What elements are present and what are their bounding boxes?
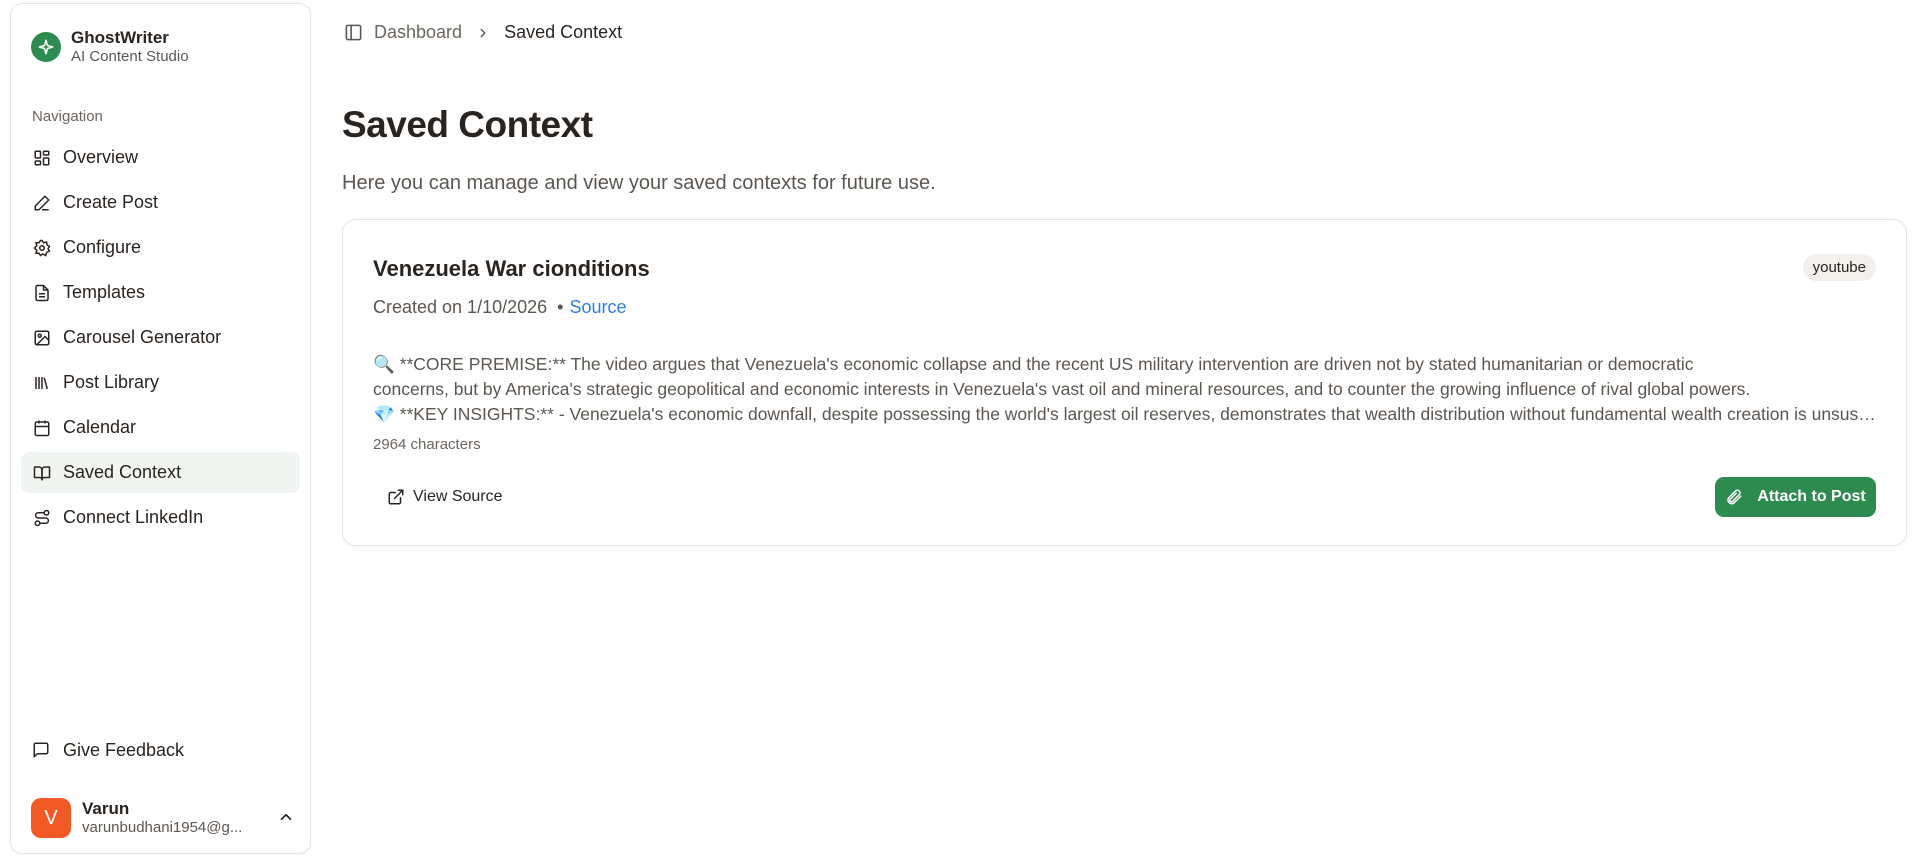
breadcrumb: Dashboard Saved Context	[344, 22, 622, 43]
sidebar-item-label: Create Post	[63, 192, 159, 212]
breadcrumb-dashboard[interactable]: Dashboard	[374, 22, 462, 43]
give-feedback-label: Give Feedback	[63, 740, 185, 760]
context-summary: 🔍 **CORE PREMISE:** The video argues tha…	[373, 352, 1878, 427]
paperclip-icon	[1725, 488, 1743, 506]
sidebar-item-label: Connect LinkedIn	[63, 507, 204, 527]
summary-line: 🔍 **CORE PREMISE:** The video argues tha…	[373, 354, 1694, 374]
brand-subtitle: AI Content Studio	[71, 48, 189, 65]
give-feedback-button[interactable]: Give Feedback	[32, 740, 184, 761]
breadcrumb-current: Saved Context	[504, 22, 623, 42]
sidebar-item-configure[interactable]: Configure	[21, 227, 300, 268]
external-link-icon	[387, 488, 405, 506]
chevron-right-icon	[476, 26, 490, 40]
sidebar-item-connect-linkedin[interactable]: Connect LinkedIn	[21, 497, 300, 538]
sidebar-toggle-icon[interactable]	[344, 23, 364, 43]
route-icon	[32, 508, 52, 528]
sidebar-item-carousel-generator[interactable]: Carousel Generator	[21, 317, 300, 358]
sidebar-item-label: Overview	[63, 147, 139, 167]
attach-to-post-button[interactable]: Attach to Post	[1715, 477, 1876, 517]
sidebar-item-label: Carousel Generator	[63, 327, 222, 347]
message-square-icon	[32, 741, 52, 761]
sidebar-nav: Overview Create Post Configure Templates…	[21, 137, 300, 542]
sidebar-item-create-post[interactable]: Create Post	[21, 182, 300, 223]
view-source-button[interactable]: View Source	[373, 477, 517, 517]
sidebar-item-label: Templates	[63, 282, 146, 302]
attach-to-post-label: Attach to Post	[1757, 488, 1866, 505]
brand-name: GhostWriter	[71, 28, 169, 47]
user-email: varunbudhani1954@g...	[82, 819, 243, 836]
sidebar: GhostWriter AI Content Studio Navigation…	[10, 3, 311, 854]
source-link[interactable]: Source	[569, 297, 626, 318]
library-icon	[32, 373, 52, 393]
book-open-icon	[32, 463, 52, 483]
context-meta: Created on 1/10/2026 • Source	[373, 297, 627, 318]
sidebar-item-label: Saved Context	[63, 462, 182, 482]
user-menu[interactable]: V Varun varunbudhani1954@g...	[31, 794, 301, 842]
image-icon	[32, 328, 52, 348]
sidebar-item-overview[interactable]: Overview	[21, 137, 300, 178]
sidebar-item-label: Configure	[63, 237, 142, 257]
summary-line: 💎 **KEY INSIGHTS:** - Venezuela's econom…	[373, 404, 1878, 424]
summary-line: concerns, but by America's strategic geo…	[373, 379, 1751, 399]
source-type-badge: youtube	[1802, 254, 1876, 281]
pen-icon	[32, 193, 52, 213]
gear-icon	[32, 238, 52, 258]
document-icon	[32, 283, 52, 303]
context-card: Venezuela War cionditions youtube Create…	[342, 219, 1907, 546]
user-name: Varun	[82, 799, 130, 818]
chevron-up-icon	[277, 808, 295, 826]
nav-section-label: Navigation	[32, 108, 103, 125]
sidebar-item-calendar[interactable]: Calendar	[21, 407, 300, 448]
created-date: Created on 1/10/2026	[373, 297, 548, 317]
brand[interactable]: GhostWriter AI Content Studio	[31, 28, 189, 66]
page-title: Saved Context	[342, 104, 593, 145]
sidebar-item-templates[interactable]: Templates	[21, 272, 300, 313]
separator-dot: •	[557, 297, 564, 317]
sparkle-icon	[31, 32, 61, 62]
sidebar-item-label: Calendar	[63, 417, 137, 437]
calendar-icon	[32, 418, 52, 438]
page-subtitle: Here you can manage and view your saved …	[342, 172, 936, 194]
sidebar-item-label: Post Library	[63, 372, 160, 392]
grid-icon	[32, 148, 52, 168]
view-source-label: View Source	[413, 488, 503, 505]
character-count: 2964 characters	[373, 436, 481, 453]
context-title: Venezuela War cionditions	[373, 256, 650, 281]
avatar: V	[31, 798, 71, 838]
sidebar-item-saved-context[interactable]: Saved Context	[21, 452, 300, 493]
sidebar-item-post-library[interactable]: Post Library	[21, 362, 300, 403]
